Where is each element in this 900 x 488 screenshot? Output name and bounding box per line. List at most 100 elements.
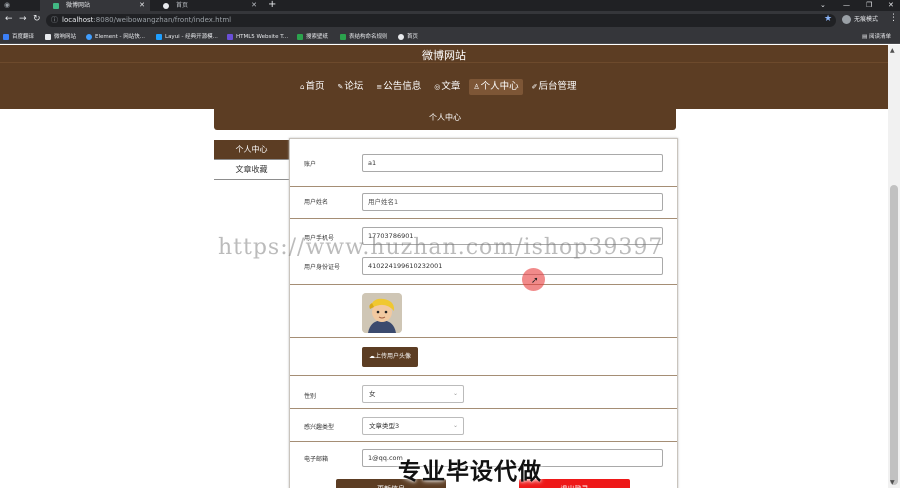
browser-tab-strip: ◉ 微博网站 ✕ 首页 ✕ + ⌄ — ❐ ✕ <box>0 0 900 11</box>
html5-icon <box>227 34 233 40</box>
web-page: 微博网站 ⌂首页 ✎论坛 ≡公告信息 ◎文章 ♙个人中心 ✐后台管理 个人中心 … <box>0 45 888 488</box>
avatar-cartoon-icon <box>362 293 402 333</box>
nav-announcements[interactable]: ≡公告信息 <box>372 79 425 95</box>
nav-label: 公告信息 <box>383 81 422 92</box>
bookmark-item[interactable]: Element - 网站快... <box>86 32 145 42</box>
doc-icon <box>340 34 346 40</box>
nav-label: 论坛 <box>344 81 364 92</box>
scroll-up-icon[interactable]: ▲ <box>890 47 895 54</box>
name-input[interactable]: 用户姓名1 <box>362 193 663 211</box>
profile-label: 无痕模式 <box>854 16 879 23</box>
bookmark-star-icon[interactable]: ★ <box>824 14 832 24</box>
side-menu-favorites[interactable]: 文章收藏 <box>214 160 289 180</box>
bookmark-label: 首页 <box>407 34 419 40</box>
bookmark-label: 微响网站 <box>54 34 77 40</box>
tab-search-icon[interactable]: ◉ <box>4 0 10 11</box>
scrollbar-thumb[interactable] <box>890 185 898 485</box>
home-icon: ⌂ <box>300 83 305 91</box>
interest-select[interactable]: 文章类型3 ⌄ <box>362 417 464 435</box>
chevron-down-icon: ⌄ <box>452 422 458 429</box>
browser-tab-2[interactable]: 首页 ✕ <box>150 0 262 11</box>
bookmark-item[interactable]: 百度翻译 <box>3 32 34 42</box>
bookmark-item[interactable]: 微响网站 <box>45 32 76 42</box>
flag-icon <box>45 34 51 40</box>
form-row-avatar <box>290 285 677 338</box>
idcard-label: 用户身份证号 <box>304 264 341 271</box>
minimize-icon[interactable]: — <box>843 0 850 11</box>
name-label: 用户姓名 <box>304 199 329 206</box>
page-scrollbar[interactable]: ▲ ▼ <box>888 45 900 488</box>
close-tab-icon[interactable]: ✕ <box>251 0 257 11</box>
bookmark-label: 表结构命名规则 <box>349 34 388 40</box>
bookmarks-bar: 百度翻译 微响网站 Element - 网站快... Layui - 经典开源模… <box>0 30 900 44</box>
form-row-account: 账户 a1 <box>290 139 677 187</box>
gender-label: 性别 <box>304 393 317 400</box>
bookmark-item[interactable]: 首页 <box>398 32 418 42</box>
address-path: :8080/weibowangzhan/front/index.html <box>93 16 232 24</box>
incognito-icon <box>842 15 851 24</box>
account-label: 账户 <box>304 161 317 168</box>
form-row-gender: 性别 女 ⌄ <box>290 376 677 409</box>
bookmark-item[interactable]: 搜索壁纸 <box>297 32 328 42</box>
back-icon[interactable]: ← <box>5 14 13 24</box>
forward-icon[interactable]: → <box>19 14 27 24</box>
bookmark-label: 搜索壁纸 <box>306 34 329 40</box>
bookmark-label: HTML5 Website T... <box>236 34 289 40</box>
upload-label: 上传用户头像 <box>374 353 411 360</box>
article-icon: ◎ <box>434 83 441 91</box>
incognito-profile[interactable]: 无痕模式 <box>842 14 878 24</box>
nav-personal-center[interactable]: ♙个人中心 <box>469 79 523 95</box>
address-bar[interactable]: ⓘ localhost:8080/weibowangzhan/front/ind… <box>46 14 836 27</box>
nav-label: 文章 <box>441 81 461 92</box>
bookmark-item[interactable]: 表结构命名规则 <box>340 32 388 42</box>
vue-favicon-icon <box>53 3 59 9</box>
profile-form: 账户 a1 用户姓名 用户姓名1 用户手机号 17703786901 用户身份证… <box>289 138 678 488</box>
form-row-interest: 感兴趣类型 文章类型3 ⌄ <box>290 409 677 442</box>
layui-icon <box>156 34 162 40</box>
user-icon: ♙ <box>473 83 480 91</box>
header-divider <box>0 62 888 63</box>
email-label: 电子邮箱 <box>304 456 329 463</box>
close-window-icon[interactable]: ✕ <box>888 0 894 11</box>
reload-icon[interactable]: ↻ <box>33 14 41 24</box>
maximize-icon[interactable]: ❐ <box>866 0 872 11</box>
element-icon <box>86 34 92 40</box>
scroll-down-icon[interactable]: ▼ <box>890 479 895 486</box>
tab-list-icon[interactable]: ⌄ <box>820 0 826 11</box>
form-row-upload: ☁上传用户头像 <box>290 338 677 376</box>
bookmark-item[interactable]: Layui - 经典开源模... <box>156 32 218 42</box>
site-info-icon[interactable]: ⓘ <box>51 14 58 27</box>
section-title: 个人中心 <box>214 109 676 130</box>
globe-favicon-icon <box>163 3 169 9</box>
interest-value: 文章类型3 <box>369 422 400 430</box>
nav-label: 个人中心 <box>480 81 519 92</box>
bookmark-item[interactable]: HTML5 Website T... <box>227 32 288 42</box>
browser-toolbar: ← → ↻ ⓘ localhost:8080/weibowangzhan/fro… <box>0 11 900 30</box>
new-tab-button[interactable]: + <box>268 0 276 10</box>
nav-articles[interactable]: ◎文章 <box>430 79 464 95</box>
nav-admin[interactable]: ✐后台管理 <box>528 79 581 95</box>
list-icon: ≡ <box>376 83 383 91</box>
nav-home[interactable]: ⌂首页 <box>296 79 328 95</box>
site-header: 微博网站 ⌂首页 ✎论坛 ≡公告信息 ◎文章 ♙个人中心 ✐后台管理 <box>0 45 888 109</box>
upload-avatar-button[interactable]: ☁上传用户头像 <box>362 347 418 367</box>
browser-menu-icon[interactable]: ⋮ <box>889 13 898 23</box>
site-title: 微博网站 <box>422 49 466 62</box>
link-icon: ✐ <box>531 83 538 91</box>
globe-icon <box>398 34 404 40</box>
browser-tab-1[interactable]: 微博网站 ✕ <box>40 0 150 11</box>
main-nav: ⌂首页 ✎论坛 ≡公告信息 ◎文章 ♙个人中心 ✐后台管理 <box>296 79 586 95</box>
bookmark-label: Element - 网站快... <box>95 34 145 40</box>
side-menu-personal-center[interactable]: 个人中心 <box>214 140 289 160</box>
form-row-name: 用户姓名 用户姓名1 <box>290 187 677 219</box>
overlay-caption: 专业毕设代做 <box>398 459 542 485</box>
gender-select[interactable]: 女 ⌄ <box>362 385 464 403</box>
close-tab-icon[interactable]: ✕ <box>139 0 145 11</box>
address-host: localhost <box>62 16 94 24</box>
account-input[interactable]: a1 <box>362 154 663 172</box>
reading-list[interactable]: ▤ 阅读清单 <box>862 32 891 42</box>
nav-forum[interactable]: ✎论坛 <box>333 79 367 95</box>
tab-title: 首页 <box>176 2 189 9</box>
nav-label: 后台管理 <box>538 81 577 92</box>
translate-icon <box>3 34 9 40</box>
